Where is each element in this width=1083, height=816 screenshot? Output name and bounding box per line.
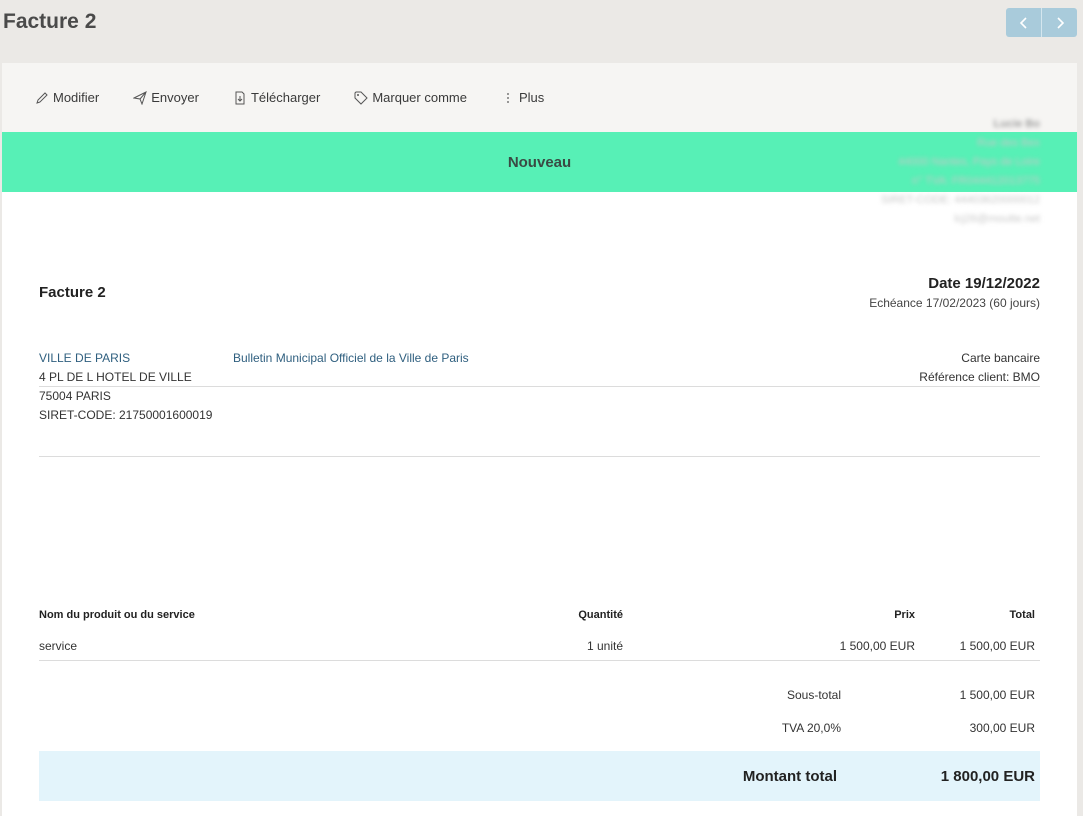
header-price: Prix <box>894 609 915 621</box>
more-vertical-icon <box>507 92 509 103</box>
client-address-2: 75004 PARIS <box>39 389 111 403</box>
header-name: Nom du produit ou du service <box>39 609 195 621</box>
row-total: 1 500,00 EUR <box>959 639 1035 653</box>
row-name: service <box>39 639 78 653</box>
totals: Sous-total 1 500,00 EUR TVA 20,0% 300,00… <box>39 685 1040 751</box>
previous-button[interactable] <box>1006 8 1041 37</box>
row-price: 1 500,00 EUR <box>839 639 915 653</box>
telecharger-label: Télécharger <box>250 90 321 105</box>
client-info: VILLE DE PARIS 4 PL DE L HOTEL DE VILLE … <box>39 349 212 425</box>
company-email: lcj26@moutte.net <box>954 213 1040 225</box>
project-link[interactable]: Bulletin Municipal Officiel de la Ville … <box>233 349 469 368</box>
company-vat: n° TVA: FR044412013775 <box>911 175 1040 187</box>
subtotal-value: 1 500,00 EUR <box>959 688 1035 702</box>
payment-info: Carte bancaire Référence client: BMO <box>919 349 1040 387</box>
envoyer-button[interactable]: Envoyer <box>133 90 199 105</box>
invoice-due-date: Echéance 17/02/2023 (60 jours) <box>869 296 1040 310</box>
page-title: Facture 2 <box>3 10 97 33</box>
modifier-label: Modifier <box>53 90 100 105</box>
chevron-left-icon <box>1019 16 1027 29</box>
file-download-icon <box>235 91 245 104</box>
tax-label: TVA 20,0% <box>781 721 841 735</box>
marquer-comme-button[interactable]: Marquer comme <box>354 90 467 105</box>
row-qty: 1 unité <box>586 639 623 653</box>
chevron-right-icon <box>1056 16 1064 29</box>
table-row: service 1 unité 1 500,00 EUR 1 500,00 EU… <box>39 631 1040 661</box>
header-qty: Quantité <box>578 609 623 621</box>
company-street: Rue des Bex <box>977 137 1040 149</box>
company-info: Lucie Bo Rue des Bex 44000 Nantes, Pays … <box>881 115 1040 229</box>
table-header: Nom du produit ou du service Quantité Pr… <box>39 601 1040 631</box>
client-name[interactable]: VILLE DE PARIS <box>39 349 212 368</box>
modifier-button[interactable]: Modifier <box>35 90 99 105</box>
company-city: 44000 Nantes, Pays de Loire <box>898 156 1040 168</box>
company-name: Lucie Bo <box>993 118 1040 130</box>
company-siret: SIRET-CODE: 44403620000012 <box>881 194 1040 206</box>
next-button[interactable] <box>1041 8 1077 37</box>
tax-value: 300,00 EUR <box>969 721 1035 735</box>
grand-total-value: 1 800,00 EUR <box>940 768 1035 785</box>
subtotal-row: Sous-total 1 500,00 EUR <box>39 685 1040 718</box>
invoice-date: Date 19/12/2022 <box>928 275 1040 292</box>
tax-row: TVA 20,0% 300,00 EUR <box>39 718 1040 751</box>
tag-icon <box>354 91 369 105</box>
payment-method: Carte bancaire <box>961 351 1040 365</box>
divider <box>39 456 1040 457</box>
envoyer-label: Envoyer <box>151 90 199 105</box>
plus-button[interactable]: Plus <box>501 90 544 105</box>
client-address-1: 4 PL DE L HOTEL DE VILLE <box>39 370 192 384</box>
client-reference: Référence client: BMO <box>919 370 1040 384</box>
pencil-icon <box>36 91 48 104</box>
pager <box>1006 8 1077 37</box>
subtotal-label: Sous-total <box>786 688 841 702</box>
client-siret: SIRET-CODE: 21750001600019 <box>39 408 213 422</box>
telecharger-button[interactable]: Télécharger <box>233 90 320 105</box>
marquer-comme-label: Marquer comme <box>372 90 467 105</box>
status-label: Nouveau <box>507 153 572 171</box>
invoice-title: Facture 2 <box>39 284 106 301</box>
grand-total-row: Montant total 1 800,00 EUR <box>39 751 1040 801</box>
grand-total-label: Montant total <box>742 768 837 785</box>
invoice-dates: Date 19/12/2022 Echéance 17/02/2023 (60 … <box>869 275 1040 310</box>
invoice-panel: Modifier Envoyer Télécharger Marquer com… <box>2 63 1077 816</box>
plus-label: Plus <box>518 90 545 105</box>
header-total: Total <box>1009 609 1035 621</box>
invoice-lines-table: Nom du produit ou du service Quantité Pr… <box>39 601 1040 661</box>
send-icon <box>133 90 148 105</box>
